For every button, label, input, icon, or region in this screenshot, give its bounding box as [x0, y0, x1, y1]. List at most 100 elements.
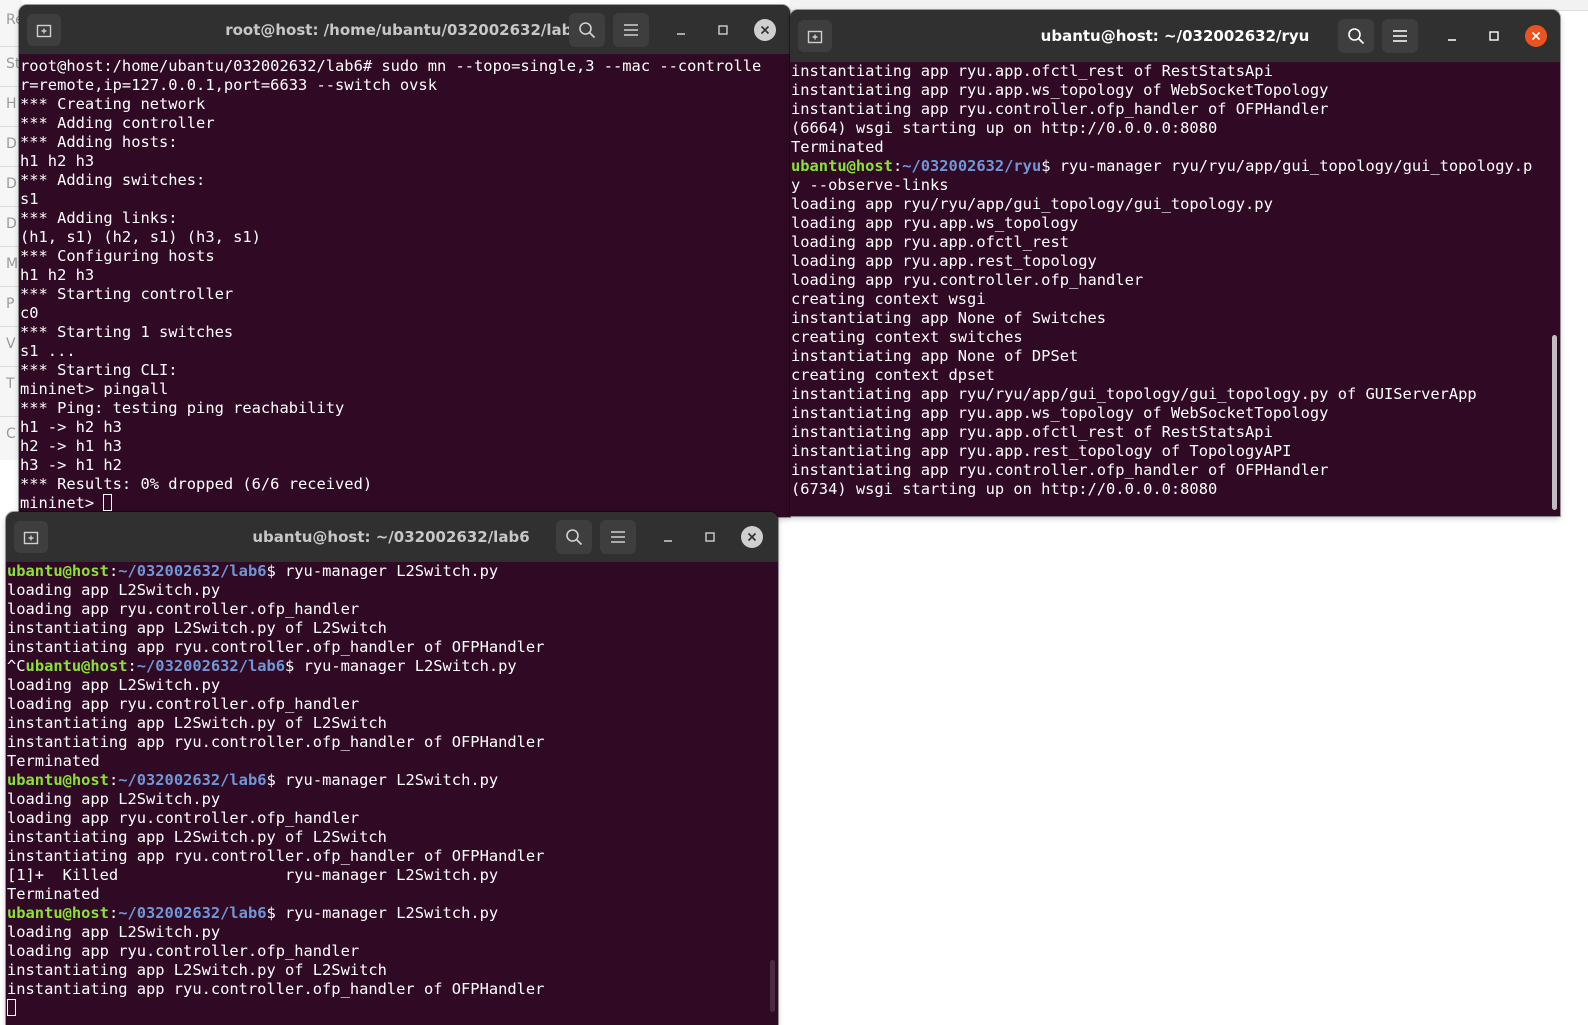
terminal-line: instantiating app ryu.controller.ofp_han… — [791, 461, 1560, 480]
background-letter: H — [6, 96, 17, 112]
terminal-text: *** Adding controller — [20, 114, 215, 132]
terminal-text: *** Starting 1 switches — [20, 323, 234, 341]
search-button[interactable] — [569, 13, 605, 47]
terminal-text: *** Adding hosts: — [20, 133, 178, 151]
window-headerbar[interactable]: ubantu@host: ~/032002632/lab6 — [6, 512, 778, 562]
text-cursor — [7, 999, 16, 1016]
terminal-text: h3 -> h1 h2 — [20, 456, 122, 474]
background-letter: M — [6, 256, 19, 272]
close-button[interactable] — [1525, 25, 1547, 47]
terminal-text: *** Ping: testing ping reachability — [20, 399, 345, 417]
terminal-line: c0 — [20, 304, 790, 323]
terminal-text: h1 -> h2 h3 — [20, 418, 122, 436]
terminal-text: (h1, s1) (h2, s1) (h3, s1) — [20, 228, 261, 246]
new-tab-button[interactable] — [798, 20, 832, 52]
terminal-text: *** Starting controller — [20, 285, 234, 303]
minimize-button[interactable] — [1441, 25, 1463, 47]
window-headerbar[interactable]: root@host: /home/ubantu/032002632/lab6 — [19, 5, 790, 54]
scrollbar-thumb[interactable] — [770, 960, 775, 1012]
minimize-icon — [677, 33, 685, 35]
terminal-text: instantiating app ryu/ryu/app/gui_topolo… — [791, 385, 1477, 403]
terminal-line: ubantu@host:~/032002632/lab6$ ryu-manage… — [7, 771, 778, 790]
terminal-line: h1 h2 h3 — [20, 266, 790, 285]
maximize-button[interactable] — [1483, 25, 1505, 47]
terminal-line: mininet> — [20, 494, 790, 513]
minimize-icon — [1448, 39, 1456, 41]
terminal-text: h1 h2 h3 — [20, 266, 95, 284]
terminal-line: loading app ryu.controller.ofp_handler — [7, 695, 778, 714]
terminal-text: root@host:/home/ubantu/032002632/lab6# s… — [20, 57, 762, 75]
scrollbar-thumb[interactable] — [1552, 335, 1557, 510]
terminal-line: Terminated — [791, 138, 1560, 157]
background-letter: D — [6, 216, 17, 232]
terminal-text: c0 — [20, 304, 39, 322]
terminal-line: instantiating app ryu.app.ofctl_rest of … — [791, 62, 1560, 81]
terminal-text: instantiating app L2Switch.py of L2Switc… — [7, 828, 387, 846]
terminal-line: mininet> pingall — [20, 380, 790, 399]
hamburger-menu-icon — [1393, 30, 1407, 42]
maximize-icon — [1489, 31, 1499, 41]
window-headerbar[interactable]: ubantu@host: ~/032002632/ryu — [790, 10, 1560, 62]
close-button[interactable] — [754, 19, 776, 41]
maximize-icon — [705, 532, 715, 542]
text-cursor — [103, 494, 113, 511]
terminal-window-l2switch[interactable]: ubantu@host: ~/032002632/lab6 ubantu@hos… — [6, 512, 778, 1025]
new-tab-button[interactable] — [14, 521, 48, 553]
terminal-line: h1 h2 h3 — [20, 152, 790, 171]
new-tab-button[interactable] — [27, 14, 61, 46]
terminal-line: *** Adding hosts: — [20, 133, 790, 152]
terminal-line: loading app L2Switch.py — [7, 790, 778, 809]
terminal-line: ubantu@host:~/032002632/lab6$ ryu-manage… — [7, 562, 778, 581]
terminal-output[interactable]: ubantu@host:~/032002632/lab6$ ryu-manage… — [6, 562, 778, 1025]
terminal-window-mininet[interactable]: root@host: /home/ubantu/032002632/lab6 r… — [19, 5, 790, 517]
terminal-line: loading app ryu.app.ws_topology — [791, 214, 1560, 233]
terminal-text: instantiating app ryu.app.ofctl_rest of … — [791, 423, 1273, 441]
maximize-button[interactable] — [712, 19, 734, 41]
terminal-text: instantiating app ryu.controller.ofp_han… — [7, 980, 545, 998]
terminal-line: instantiating app None of Switches — [791, 309, 1560, 328]
terminal-text: loading app ryu.controller.ofp_handler — [791, 271, 1144, 289]
terminal-text: loading app ryu/ryu/app/gui_topology/gui… — [791, 195, 1273, 213]
terminal-text: *** Results: 0% dropped (6/6 received) — [20, 475, 373, 493]
menu-button[interactable] — [613, 13, 649, 47]
terminal-line: loading app ryu.app.ofctl_rest — [791, 233, 1560, 252]
terminal-line: *** Adding controller — [20, 114, 790, 133]
terminal-output[interactable]: instantiating app ryu.app.ofctl_rest of … — [790, 62, 1560, 516]
terminal-line: creating context switches — [791, 328, 1560, 347]
prompt-user: ubantu@host — [7, 771, 109, 789]
minimize-button[interactable] — [670, 19, 692, 41]
terminal-text: Terminated — [7, 885, 100, 903]
terminal-text: loading app ryu.controller.ofp_handler — [7, 809, 360, 827]
search-button[interactable] — [1338, 19, 1374, 53]
terminal-text: creating context wsgi — [791, 290, 986, 308]
terminal-text: loading app ryu.app.ofctl_rest — [791, 233, 1069, 251]
terminal-line: instantiating app L2Switch.py of L2Switc… — [7, 619, 778, 638]
search-button[interactable] — [556, 520, 592, 554]
terminal-window-ryu[interactable]: ubantu@host: ~/032002632/ryu instantiati… — [790, 10, 1560, 516]
terminal-text: loading app L2Switch.py — [7, 790, 221, 808]
terminal-line: Terminated — [7, 752, 778, 771]
terminal-text: $ ryu-manager L2Switch.py — [266, 771, 499, 789]
terminal-line: loading app ryu.controller.ofp_handler — [791, 271, 1560, 290]
prompt-user: ubantu@host — [791, 157, 893, 175]
terminal-line: loading app L2Switch.py — [7, 581, 778, 600]
terminal-line: instantiating app L2Switch.py of L2Switc… — [7, 828, 778, 847]
terminal-line: creating context dpset — [791, 366, 1560, 385]
menu-button[interactable] — [600, 520, 636, 554]
close-button[interactable] — [741, 526, 763, 548]
minimize-button[interactable] — [657, 526, 679, 548]
terminal-text: (6734) wsgi starting up on http://0.0.0.… — [791, 480, 1218, 498]
terminal-line: y --observe-links — [791, 176, 1560, 195]
menu-button[interactable] — [1382, 19, 1418, 53]
terminal-line: h1 -> h2 h3 — [20, 418, 790, 437]
terminal-text: loading app L2Switch.py — [7, 923, 221, 941]
background-letter: V — [6, 336, 16, 352]
maximize-button[interactable] — [699, 526, 721, 548]
prompt-path: ~/032002632/lab6 — [136, 657, 286, 675]
minimize-icon — [664, 540, 672, 542]
terminal-text: $ ryu-manager L2Switch.py — [266, 562, 499, 580]
terminal-text: s1 — [20, 190, 39, 208]
close-icon — [1531, 31, 1541, 41]
terminal-text: instantiating app None of DPSet — [791, 347, 1079, 365]
terminal-output[interactable]: root@host:/home/ubantu/032002632/lab6# s… — [19, 54, 790, 517]
